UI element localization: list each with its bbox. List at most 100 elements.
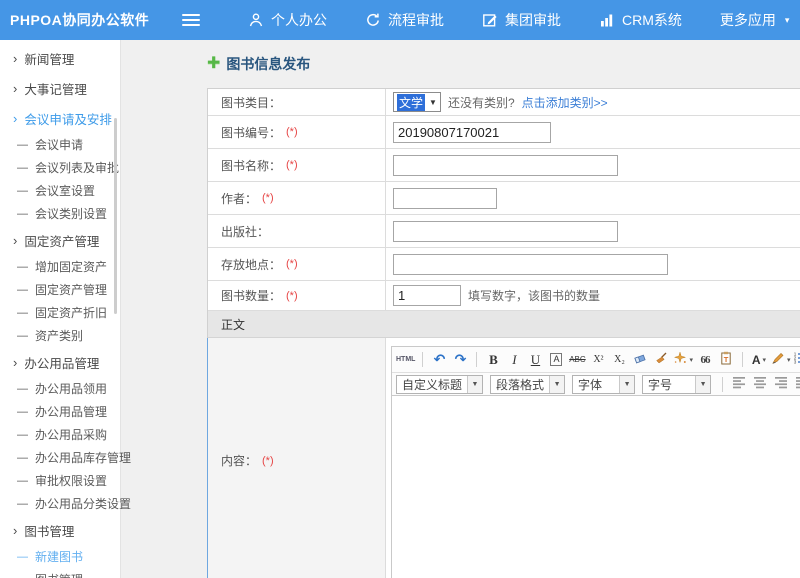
ordered-list-button[interactable]: 123▾: [793, 351, 800, 369]
underline-button[interactable]: U: [526, 351, 544, 369]
sidebar-item-label: 办公用品分类设置: [35, 495, 131, 512]
app-brand: PHPOA协同办公软件: [0, 10, 168, 30]
sidebar-link[interactable]: —会议类别设置: [0, 202, 120, 225]
hamburger-menu-icon[interactable]: [182, 14, 200, 26]
sidebar-link[interactable]: —办公用品领用: [0, 377, 120, 400]
font-color-button[interactable]: A▾: [750, 351, 768, 369]
field-label-cell: 作者：(*): [208, 182, 386, 214]
sidebar-group[interactable]: ›办公用品管理: [0, 347, 120, 377]
editor-canvas[interactable]: [392, 396, 800, 578]
sidebar-link[interactable]: —固定资产折旧: [0, 301, 120, 324]
field-label-cell: 图书数量：(*): [208, 281, 386, 310]
bold-button[interactable]: B: [484, 351, 502, 369]
sidebar-link[interactable]: —新建图书: [0, 545, 120, 568]
author-input[interactable]: [393, 188, 497, 209]
field-label: 图书数量：: [221, 287, 281, 304]
format-painter-icon: [673, 351, 687, 368]
dash-icon: —: [17, 406, 28, 418]
quantity-input[interactable]: [393, 285, 461, 306]
sidebar-item-label: 大事记管理: [24, 79, 87, 98]
dropdown-label: 字体: [573, 376, 619, 393]
sidebar-group[interactable]: ›图书管理: [0, 515, 120, 545]
required-mark: (*): [262, 455, 274, 467]
field-label-cell: 出版社：: [208, 215, 386, 247]
rich-text-editor: HTML↶↷BIUAABCX²X₂▾66TA▾▾123▾▾ 自定义标题▼段落格式…: [386, 338, 800, 578]
align-right-button[interactable]: [772, 375, 790, 393]
superscript-button[interactable]: X²: [589, 351, 607, 369]
blockquote-button[interactable]: 66: [696, 351, 714, 369]
strikethrough-button[interactable]: ABC: [568, 351, 586, 369]
sidebar-group[interactable]: ›大事记管理: [0, 73, 120, 103]
redo-button[interactable]: ↷: [451, 351, 469, 369]
editor-dropdown-3[interactable]: 字体▼: [572, 375, 635, 394]
book-category-select[interactable]: 文学▼: [393, 92, 441, 112]
clean-broom-button[interactable]: [652, 351, 670, 369]
location-input[interactable]: [393, 254, 668, 275]
toolbar-separator: [722, 377, 723, 392]
form-rows: 图书类目：文学▼还没有类别? 点击添加类别>>图书编号：(*)图书名称：(*)作…: [208, 89, 800, 311]
sidebar-group[interactable]: ›新闻管理: [0, 43, 120, 73]
sidebar-link[interactable]: —会议申请: [0, 133, 120, 156]
publisher-input[interactable]: [393, 221, 618, 242]
sidebar-group[interactable]: ›会议申请及安排: [0, 103, 120, 133]
field-value-cell: [386, 248, 800, 280]
book-code-input[interactable]: [393, 122, 551, 143]
sidebar-link[interactable]: —办公用品分类设置: [0, 492, 120, 515]
sidebar-link[interactable]: —办公用品采购: [0, 423, 120, 446]
edit-icon: [482, 12, 498, 28]
nav-item-2[interactable]: 流程审批: [365, 10, 444, 30]
align-left-button[interactable]: [730, 375, 748, 393]
sidebar-link[interactable]: —图书管理: [0, 568, 120, 578]
align-justify-button[interactable]: [793, 375, 800, 393]
html-source-icon: HTML: [396, 356, 415, 363]
sidebar-scrollbar[interactable]: [114, 118, 117, 314]
sidebar-group[interactable]: ›固定资产管理: [0, 225, 120, 255]
italic-button[interactable]: I: [505, 351, 523, 369]
sidebar-link[interactable]: —审批权限设置: [0, 469, 120, 492]
eraser-button[interactable]: [631, 351, 649, 369]
field-value-cell: [386, 149, 800, 181]
nav-item-5[interactable]: 更多应用▾: [720, 10, 790, 30]
content-editor-row: 内容： (*) HTML↶↷BIUAABCX²X₂▾66TA▾▾123▾▾ 自定…: [207, 338, 800, 578]
font-style-box-button[interactable]: A: [547, 351, 565, 369]
align-center-icon: [753, 376, 767, 392]
nav-item-label: CRM系统: [622, 10, 682, 30]
italic-icon: I: [512, 352, 516, 368]
editor-dropdown-1[interactable]: 自定义标题▼: [396, 375, 483, 394]
field-label-cell: 图书类目：: [208, 89, 386, 115]
sidebar-link[interactable]: —办公用品管理: [0, 400, 120, 423]
paste-text-icon: T: [719, 351, 733, 368]
sidebar-link[interactable]: —固定资产管理: [0, 278, 120, 301]
undo-button[interactable]: ↶: [430, 351, 448, 369]
nav-item-1[interactable]: 个人办公: [248, 10, 327, 30]
caret-down-icon: ▼: [467, 376, 482, 393]
paste-text-button[interactable]: T: [717, 351, 735, 369]
nav-item-4[interactable]: CRM系统: [599, 10, 682, 30]
top-nav-menu: 个人办公 流程审批 集团审批 CRM系统 更多应用▾: [248, 10, 789, 30]
sidebar-link[interactable]: —增加固定资产: [0, 255, 120, 278]
chevron-right-icon: ›: [13, 111, 17, 126]
html-source-button[interactable]: HTML: [396, 351, 415, 369]
strikethrough-icon: ABC: [569, 355, 585, 364]
field-hint: 填写数字，该图书的数量: [468, 287, 600, 304]
dash-icon: —: [17, 383, 28, 395]
nav-item-3[interactable]: 集团审批: [482, 10, 561, 30]
sidebar-item-label: 会议类别设置: [35, 205, 107, 222]
editor-dropdown-2[interactable]: 段落格式▼: [490, 375, 565, 394]
highlight-marker-button[interactable]: ▾: [771, 351, 791, 369]
sidebar-link[interactable]: —资产类别: [0, 324, 120, 347]
add-category-link[interactable]: 点击添加类别>>: [522, 94, 608, 111]
subscript-button[interactable]: X₂: [610, 351, 628, 369]
align-center-button[interactable]: [751, 375, 769, 393]
sidebar-link[interactable]: —会议室设置: [0, 179, 120, 202]
dash-icon: —: [17, 475, 28, 487]
sidebar-link[interactable]: —办公用品库存管理: [0, 446, 120, 469]
editor-dropdown-4[interactable]: 字号▼: [642, 375, 711, 394]
sidebar-link[interactable]: —会议列表及审批: [0, 156, 120, 179]
book-name-input[interactable]: [393, 155, 618, 176]
clean-broom-icon: [654, 351, 668, 368]
field-value-cell: [386, 116, 800, 148]
dash-icon: —: [17, 429, 28, 441]
caret-down-icon: ▾: [785, 15, 790, 26]
format-painter-button[interactable]: ▾: [673, 351, 693, 369]
